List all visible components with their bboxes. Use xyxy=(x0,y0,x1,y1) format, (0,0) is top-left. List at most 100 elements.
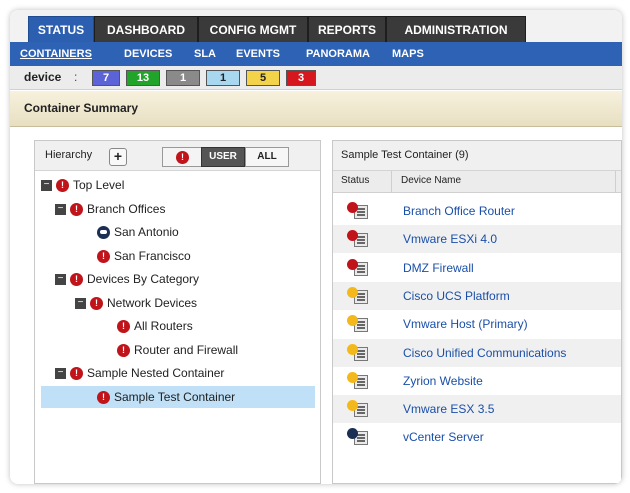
table-row[interactable]: Zyrion Website xyxy=(333,367,621,395)
container-title: Sample Test Container (9) xyxy=(341,149,469,161)
alert-icon xyxy=(97,390,110,404)
collapse-icon[interactable]: − xyxy=(75,297,86,309)
tree-node[interactable]: Router and Firewall xyxy=(117,339,238,361)
user-filter-button[interactable]: USER xyxy=(201,147,245,167)
device-name-link[interactable]: DMZ Firewall xyxy=(403,261,474,275)
collapse-icon[interactable]: − xyxy=(55,274,66,286)
device-name-link[interactable]: Branch Office Router xyxy=(403,204,515,218)
device-status-icon xyxy=(345,343,371,362)
device-status-bar: device : 7 13 1 1 5 3 xyxy=(10,66,622,90)
tree-node[interactable]: San Francisco xyxy=(97,245,191,267)
status-dot-icon xyxy=(347,258,358,270)
table-row[interactable]: Vmware Host (Primary) xyxy=(333,310,621,338)
tree-node-label: Router and Firewall xyxy=(134,342,239,357)
device-name-link[interactable]: Cisco UCS Platform xyxy=(403,289,510,303)
device-status-icon xyxy=(345,400,371,418)
subnav-containers[interactable]: CONTAINERS xyxy=(20,42,92,66)
container-detail-panel: Sample Test Container (9) Status Device … xyxy=(332,140,622,484)
tab-administration[interactable]: ADMINISTRATION xyxy=(386,16,526,42)
container-summary-header: Container Summary xyxy=(10,91,622,127)
tree-node[interactable]: − Top Level xyxy=(41,174,124,196)
device-name-link[interactable]: Vmware ESXi 4.0 xyxy=(403,232,497,246)
tree-node[interactable]: Sample Test Container xyxy=(41,385,315,408)
page-title: Container Summary xyxy=(24,101,139,115)
status-badge[interactable]: 5 xyxy=(246,70,280,86)
sub-navigation: CONTAINERS DEVICES SLA EVENTS PANORAMA M… xyxy=(10,42,622,66)
status-badge[interactable]: 13 xyxy=(126,70,160,86)
tab-config-mgmt[interactable]: CONFIG MGMT xyxy=(198,16,308,42)
hierarchy-label: Hierarchy xyxy=(45,149,93,161)
alert-icon xyxy=(70,367,83,381)
device-name-link[interactable]: Vmware ESX 3.5 xyxy=(403,402,494,416)
column-device-name[interactable]: Device Name xyxy=(401,175,461,186)
table-row[interactable]: DMZ Firewall xyxy=(333,254,621,282)
column-status[interactable]: Status xyxy=(341,175,369,186)
device-status-icon xyxy=(345,202,371,220)
collapse-icon[interactable]: − xyxy=(55,203,66,215)
tree-node[interactable]: − Branch Offices xyxy=(55,198,165,220)
tree-node[interactable]: − Sample Nested Container xyxy=(55,362,224,384)
tree-node-label: Network Devices xyxy=(107,295,198,310)
hierarchy-header: Hierarchy + USER ALL xyxy=(35,141,320,171)
device-status-icon xyxy=(345,315,371,333)
tree-node[interactable]: − Network Devices xyxy=(75,292,197,314)
tree-node-label: Sample Test Container xyxy=(114,389,236,404)
table-row[interactable]: Vmware ESXi 4.0 xyxy=(333,225,621,254)
tab-dashboard[interactable]: DASHBOARD xyxy=(94,16,198,42)
device-name-link[interactable]: Zyrion Website xyxy=(403,374,483,388)
subnav-panorama[interactable]: PANORAMA xyxy=(306,42,370,66)
status-dot-icon xyxy=(347,343,358,355)
device-name-link[interactable]: Vmware Host (Primary) xyxy=(403,317,528,331)
status-badge[interactable]: 1 xyxy=(166,70,200,86)
device-name-link[interactable]: vCenter Server xyxy=(403,430,484,444)
status-badge[interactable]: 3 xyxy=(286,70,316,86)
table-row[interactable]: Cisco Unified Communications xyxy=(333,338,621,367)
tree-node-label: Branch Offices xyxy=(87,201,166,216)
table-row[interactable]: Cisco UCS Platform xyxy=(333,281,621,310)
column-divider xyxy=(615,171,616,193)
tree-node-label: Devices By Category xyxy=(87,272,200,286)
tab-status[interactable]: STATUS xyxy=(28,16,94,42)
alert-filter-toggle[interactable] xyxy=(162,147,202,167)
status-dot-icon xyxy=(347,371,358,383)
table-row[interactable]: Vmware ESX 3.5 xyxy=(333,395,621,424)
subnav-sla[interactable]: SLA xyxy=(194,42,216,66)
status-badge[interactable]: 7 xyxy=(92,70,120,86)
subnav-devices[interactable]: DEVICES xyxy=(124,42,172,66)
subnav-maps[interactable]: MAPS xyxy=(392,42,424,66)
hierarchy-panel: Hierarchy + USER ALL −Top Level−Branch O… xyxy=(34,140,321,484)
all-filter-button[interactable]: ALL xyxy=(245,147,289,167)
alert-icon xyxy=(70,202,83,216)
device-status-icon xyxy=(345,371,371,390)
device-status-icon xyxy=(345,258,371,277)
device-status-icon xyxy=(345,428,371,446)
column-divider xyxy=(391,171,392,193)
device-label: device xyxy=(24,70,62,84)
tree-node-label: Top Level xyxy=(73,178,125,192)
alert-icon xyxy=(70,273,83,287)
status-dot-icon xyxy=(347,202,358,213)
tab-reports[interactable]: REPORTS xyxy=(308,16,386,42)
column-header-row: Status Device Name xyxy=(333,171,621,193)
ok-icon xyxy=(97,226,110,240)
table-row[interactable]: vCenter Server xyxy=(333,423,621,451)
collapse-icon[interactable]: − xyxy=(55,368,66,380)
status-badge[interactable]: 1 xyxy=(206,70,240,86)
alert-icon xyxy=(56,179,69,193)
tree-node[interactable]: All Routers xyxy=(117,315,193,337)
collapse-icon[interactable]: − xyxy=(41,180,52,192)
device-status-icon xyxy=(345,230,371,248)
alert-icon xyxy=(117,343,130,357)
tree-node-label: San Francisco xyxy=(114,248,191,263)
add-container-button[interactable]: + xyxy=(109,148,127,166)
tree-node[interactable]: San Antonio xyxy=(97,221,179,243)
subnav-events[interactable]: EVENTS xyxy=(236,42,280,66)
table-row[interactable]: Branch Office Router xyxy=(333,197,621,225)
device-separator: : xyxy=(74,70,78,84)
device-name-link[interactable]: Cisco Unified Communications xyxy=(403,346,566,360)
alert-icon xyxy=(117,320,130,334)
app-window: STATUS DASHBOARD CONFIG MGMT REPORTS ADM… xyxy=(10,10,622,484)
container-detail-header: Sample Test Container (9) xyxy=(333,141,621,171)
top-navigation: STATUS DASHBOARD CONFIG MGMT REPORTS ADM… xyxy=(10,10,622,42)
tree-node[interactable]: − Devices By Category xyxy=(55,268,199,290)
